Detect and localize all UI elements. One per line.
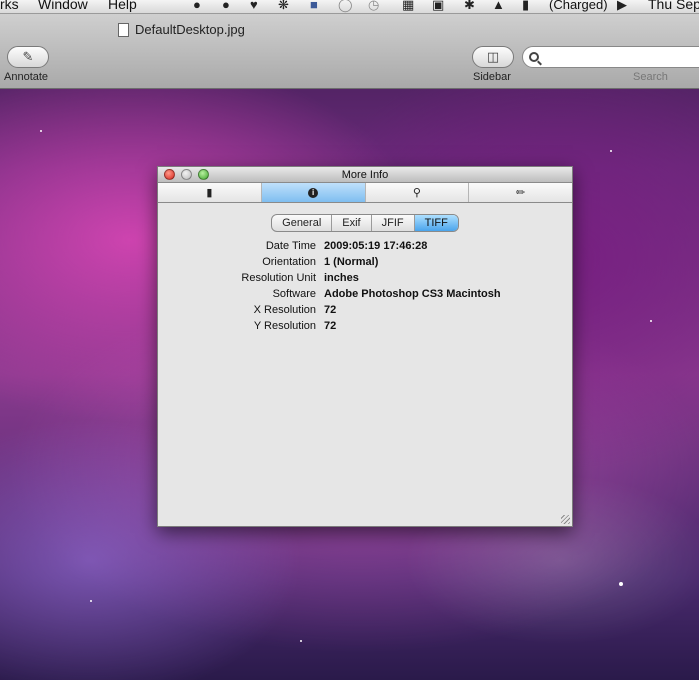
chat-bubble-icon[interactable]: ◯	[338, 0, 353, 13]
annotate-label: Annotate	[4, 71, 49, 83]
search-icon	[529, 52, 539, 62]
bluetooth-icon[interactable]: ✱	[464, 0, 475, 13]
magnifier-icon: ⚲	[412, 187, 421, 199]
property-value: Adobe Photoshop CS3 Macintosh	[324, 288, 501, 300]
tab-general-info[interactable]: ▮	[158, 183, 262, 202]
resize-grip[interactable]	[561, 515, 570, 524]
property-row: X Resolution 72	[158, 302, 572, 318]
property-key: Y Resolution	[253, 320, 316, 332]
property-key: Software	[272, 288, 316, 300]
property-key: Date Time	[265, 240, 316, 252]
property-key: Orientation	[262, 256, 316, 268]
desktop-star	[650, 320, 652, 322]
segment-jfif[interactable]: JFIF	[372, 215, 415, 231]
metadata-segments: General Exif JFIF TIFF	[158, 214, 572, 232]
search-label: Search	[633, 71, 668, 83]
info-icon: i	[308, 187, 319, 198]
zoom-icon[interactable]	[198, 169, 209, 180]
menu-item-help[interactable]: Help	[108, 0, 137, 12]
panel-titlebar[interactable]: More Info	[158, 167, 572, 183]
pencil-icon: ✎	[22, 49, 34, 64]
segment-tiff[interactable]: TIFF	[414, 215, 458, 231]
property-key: Resolution Unit	[241, 272, 316, 284]
battery-icon[interactable]: ▮	[522, 0, 529, 13]
desktop-star	[90, 600, 92, 602]
desktop-star	[300, 640, 302, 642]
sidebar-label: Sidebar	[473, 71, 511, 83]
document-icon	[118, 22, 129, 37]
tab-more-info[interactable]: i	[261, 183, 366, 202]
panel-icon-tabs: ▮ i ⚲ ✏	[158, 183, 572, 203]
sidebar-icon: ◫	[486, 49, 500, 64]
menu-clock[interactable]: Thu Sep	[648, 0, 699, 12]
segment-exif[interactable]: Exif	[332, 215, 372, 231]
document-icon: ▮	[206, 187, 213, 199]
property-value: 2009:05:19 17:46:28	[324, 240, 428, 252]
volume-icon[interactable]: ▶	[617, 0, 627, 13]
property-value: 72	[324, 304, 337, 316]
more-info-panel: More Info ▮ i ⚲ ✏ General Exif JFIF TIFF…	[157, 166, 573, 527]
property-value: 72	[324, 320, 337, 332]
minimize-icon[interactable]	[181, 169, 192, 180]
tab-annotations[interactable]: ✏	[469, 183, 572, 202]
annotate-button[interactable]: ✎	[7, 46, 49, 68]
pencil-icon: ✏	[516, 187, 526, 199]
display-icon[interactable]: ▣	[432, 0, 444, 13]
window-toolbar: DefaultDesktop.jpg ✎ Annotate ◫ Sidebar …	[0, 14, 699, 89]
property-row: Orientation 1 (Normal)	[158, 254, 572, 270]
menu-extra-icon[interactable]: ●	[222, 0, 230, 12]
close-icon[interactable]	[164, 169, 175, 180]
desktop-star	[40, 130, 42, 132]
menu-bar: rks Window Help ● ● ♥ ❋ ■ ◯ ◷ ▦ ▣ ✱ ▲ ▮ …	[0, 0, 699, 14]
paw-icon[interactable]: ❋	[278, 0, 289, 13]
time-machine-icon[interactable]: ◷	[368, 0, 379, 13]
tab-inspector[interactable]: ⚲	[366, 183, 470, 202]
property-list: Date Time 2009:05:19 17:46:28 Orientatio…	[158, 238, 572, 334]
menu-item-bookmarks[interactable]: rks	[0, 0, 19, 12]
panel-title: More Info	[341, 169, 389, 181]
facebook-icon[interactable]: ■	[310, 0, 318, 12]
property-value: inches	[324, 272, 359, 284]
property-key: X Resolution	[253, 304, 316, 316]
property-row: Software Adobe Photoshop CS3 Macintosh	[158, 286, 572, 302]
property-row: Resolution Unit inches	[158, 270, 572, 286]
menu-item-window[interactable]: Window	[38, 0, 88, 12]
battery-status: (Charged)	[549, 0, 608, 12]
heart-icon[interactable]: ♥	[250, 0, 258, 12]
segmented-control: General Exif JFIF TIFF	[271, 214, 459, 232]
search-field[interactable]	[522, 46, 699, 68]
property-row: Y Resolution 72	[158, 318, 572, 334]
desktop-star	[610, 150, 612, 152]
menu-extra-icon[interactable]: ▦	[402, 0, 414, 13]
document-title-text: DefaultDesktop.jpg	[135, 22, 245, 37]
segment-general[interactable]: General	[272, 215, 333, 231]
wifi-icon[interactable]: ▲	[492, 0, 505, 12]
property-value: 1 (Normal)	[324, 256, 379, 268]
search-input[interactable]	[545, 50, 695, 64]
desktop-star	[619, 582, 623, 586]
document-title: DefaultDesktop.jpg	[118, 22, 245, 37]
property-row: Date Time 2009:05:19 17:46:28	[158, 238, 572, 254]
menu-extra-icon[interactable]: ●	[193, 0, 201, 12]
sidebar-button[interactable]: ◫	[472, 46, 514, 68]
